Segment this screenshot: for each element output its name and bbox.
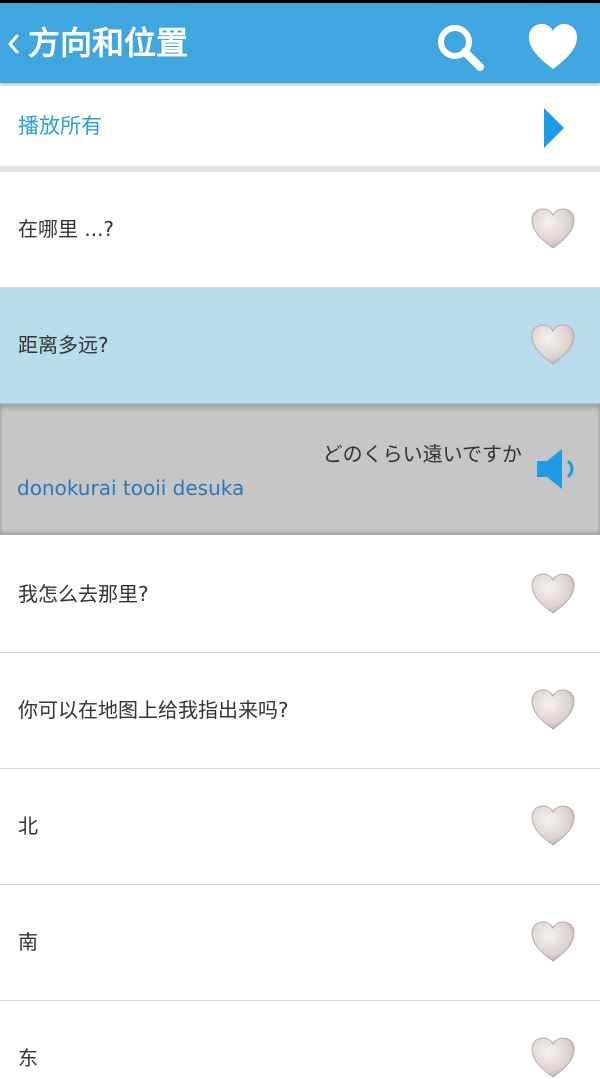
- heart-icon[interactable]: [530, 921, 576, 963]
- phrase-row[interactable]: 东: [0, 1001, 600, 1078]
- speaker-icon[interactable]: [534, 444, 582, 494]
- phrase-label: 北: [18, 814, 38, 838]
- phrase-row[interactable]: 你可以在地图上给我指出来吗?: [0, 653, 600, 769]
- play-all-label: 播放所有: [18, 114, 102, 138]
- play-icon[interactable]: [542, 106, 566, 150]
- phrase-label: 距离多远?: [18, 333, 109, 357]
- favorites-heart-icon[interactable]: [527, 23, 579, 71]
- app-bar: 方向和位置: [0, 3, 600, 83]
- page-title[interactable]: 方向和位置: [28, 21, 188, 65]
- japanese-translation: どのくらい遠いですか: [322, 442, 522, 466]
- heart-icon[interactable]: [530, 689, 576, 731]
- phrase-row[interactable]: 我怎么去那里?: [0, 537, 600, 653]
- heart-icon[interactable]: [530, 1037, 576, 1079]
- phrase-row[interactable]: 南: [0, 885, 600, 1001]
- phrase-label: 你可以在地图上给我指出来吗?: [18, 698, 289, 722]
- heart-icon[interactable]: [530, 805, 576, 847]
- heart-icon[interactable]: [530, 208, 576, 250]
- chevron-left-icon[interactable]: [6, 31, 20, 57]
- phrase-row[interactable]: 北: [0, 769, 600, 885]
- phrase-label: 南: [18, 930, 38, 954]
- search-icon[interactable]: [434, 21, 486, 73]
- play-all-row[interactable]: 播放所有: [0, 86, 600, 166]
- phrase-row-selected[interactable]: 距离多远?: [0, 288, 600, 404]
- phrase-row[interactable]: 在哪里 ...?: [0, 172, 600, 288]
- heart-icon[interactable]: [530, 324, 576, 366]
- phrase-label: 东: [18, 1046, 38, 1070]
- phrase-label: 我怎么去那里?: [18, 582, 149, 606]
- romaji-transliteration: donokurai tooii desuka: [17, 476, 245, 500]
- heart-icon[interactable]: [530, 573, 576, 615]
- phrase-label: 在哪里 ...?: [18, 217, 115, 241]
- translation-panel: どのくらい遠いですか donokurai tooii desuka: [0, 404, 600, 535]
